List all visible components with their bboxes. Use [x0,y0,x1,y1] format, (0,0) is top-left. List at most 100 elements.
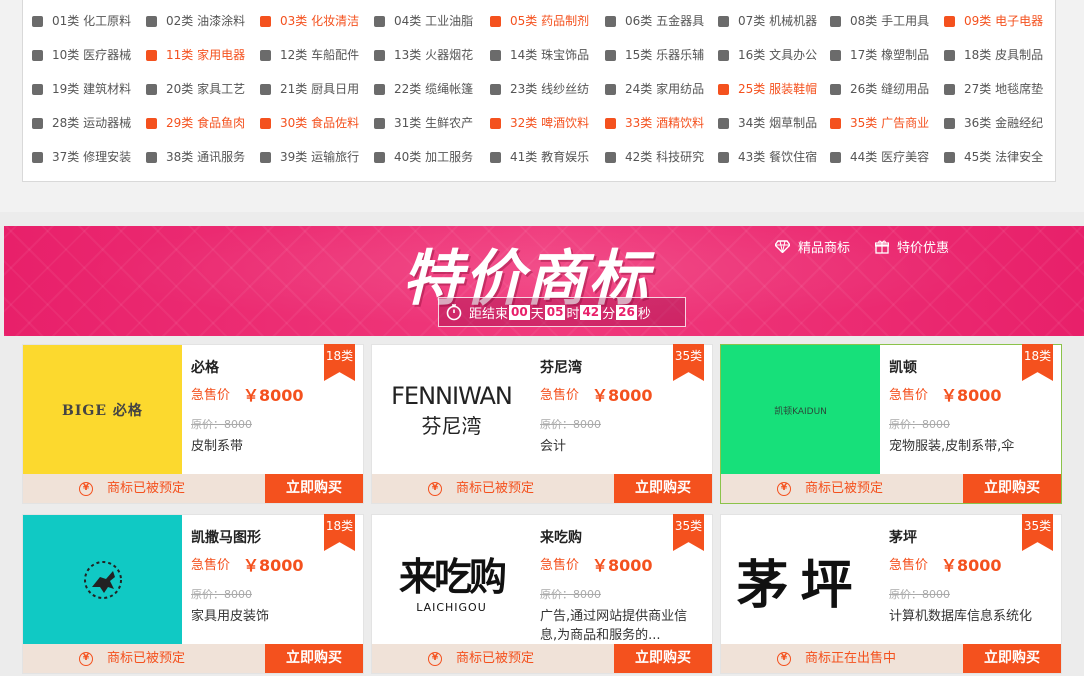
category-item[interactable]: 21类 厨具日用 [259,79,359,99]
category-item[interactable]: 08类 手工用具 [829,11,929,31]
buy-now-button[interactable]: 立即购买 [265,644,363,673]
buy-now-button[interactable]: 立即购买 [963,644,1061,673]
graduation-cap-icon [489,151,502,164]
category-item[interactable]: 38类 通讯服务 [145,147,245,167]
category-item[interactable]: 09类 电子电器 [943,11,1043,31]
trademark-card[interactable]: FENNIWAN 芬尼湾 芬尼湾 急售价 ￥8000 原价：8000 会计 35类… [371,344,713,504]
category-item[interactable]: 14类 珠宝饰品 [489,45,589,65]
research-icon [604,151,617,164]
category-item[interactable]: 41类 教育娱乐 [489,147,589,167]
tent-icon [373,83,386,96]
category-item[interactable]: 36类 金融经纪 [943,113,1043,133]
trademark-name[interactable]: 凯顿 [889,357,917,377]
category-item[interactable]: 23类 线纱丝纺 [489,79,589,99]
category-item[interactable]: 30类 食品佐料 [259,113,359,133]
category-item[interactable]: 10类 医疗器械 [31,45,131,65]
category-label: 01类 化工原料 [52,14,132,28]
trademark-image[interactable]: BIGE 必格 [23,345,182,475]
category-item[interactable]: 35类 广告商业 [829,113,929,133]
trademark-card[interactable]: BIGE 必格 必格 急售价 ￥8000 原价：8000 皮制系带 18类 ¥ … [22,344,364,504]
category-label: 22类 缆绳帐篷 [394,82,474,96]
category-item[interactable]: 11类 家用电器 [145,45,245,65]
category-item[interactable]: 05类 药品制剂 [489,11,589,31]
category-item[interactable]: 27类 地毯席垫 [943,79,1043,99]
gavel-icon [943,151,956,164]
category-label: 43类 餐饮住宿 [738,150,818,164]
category-item[interactable]: 24类 家用纺品 [604,79,704,99]
category-label: 30类 食品佐料 [280,116,360,130]
category-item[interactable]: 31类 生鲜农产 [373,113,473,133]
category-item[interactable]: 19类 建筑材料 [31,79,131,99]
category-item[interactable]: 33类 酒精饮料 [604,113,704,133]
category-item[interactable]: 07类 机械机器 [717,11,817,31]
countdown-days: 00 [509,304,530,320]
category-item[interactable]: 34类 烟草制品 [717,113,817,133]
wine-icon [604,117,617,130]
category-item[interactable]: 39类 运输旅行 [259,147,359,167]
category-item[interactable]: 25类 服装鞋帽 [717,79,817,99]
category-label: 39类 运输旅行 [280,150,360,164]
car-icon [259,49,272,62]
category-item[interactable]: 22类 缆绳帐篷 [373,79,473,99]
category-item[interactable]: 26类 缝纫用品 [829,79,929,99]
category-item[interactable]: 40类 加工服务 [373,147,473,167]
category-item[interactable]: 44类 医疗美容 [829,147,929,167]
countdown-days-unit: 天 [530,306,544,322]
category-item[interactable]: 43类 餐饮住宿 [717,147,817,167]
sewing-icon [829,83,842,96]
trademark-scope: 计算机数据库信息系统化 [889,609,1033,624]
category-item[interactable]: 01类 化工原料 [31,11,131,31]
sale-price: ￥8000 [941,556,1002,575]
finance-icon [943,117,956,130]
category-item[interactable]: 17类 橡塑制品 [829,45,929,65]
special-price-link[interactable]: 特价优惠 [875,237,949,256]
brand-logo-image: 凯顿KAIDUN [774,406,827,417]
category-item[interactable]: 06类 五金器具 [604,11,704,31]
beer-icon [489,117,502,130]
trademark-card[interactable]: 凯撒马图形 急售价 ￥8000 原价：8000 家具用皮装饰 18类 ¥ 商标已… [22,514,364,674]
trademark-name[interactable]: 必格 [191,357,219,377]
category-label: 33类 酒精饮料 [625,116,705,130]
category-item[interactable]: 29类 食品鱼肉 [145,113,245,133]
category-label: 10类 医疗器械 [52,48,132,62]
trademark-card[interactable]: 凯顿KAIDUN 凯顿 急售价 ￥8000 原价：8000 宠物服装,皮制系带,… [720,344,1062,504]
category-item[interactable]: 32类 啤酒饮料 [489,113,589,133]
reservation-status-text: 商标正在出售中 [805,651,897,666]
trademark-image[interactable]: 茅坪 [721,515,880,645]
category-item[interactable]: 28类 运动器械 [31,113,131,133]
category-item[interactable]: 02类 油漆涂料 [145,11,245,31]
category-label: 21类 厨具日用 [280,82,360,96]
category-item[interactable]: 45类 法律安全 [943,147,1043,167]
premium-trademark-link[interactable]: 精品商标 [775,237,850,256]
buy-now-button[interactable]: 立即购买 [963,474,1061,503]
trademark-image[interactable]: FENNIWAN 芬尼湾 [372,345,531,475]
category-item[interactable]: 20类 家具工艺 [145,79,245,99]
category-item[interactable]: 03类 化妆清洁 [259,11,359,31]
trademark-image[interactable]: 来吃购 LAICHIGOU [372,515,531,645]
category-label: 20类 家具工艺 [166,82,246,96]
trademark-name[interactable]: 茅坪 [889,527,917,547]
trademark-name[interactable]: 凯撒马图形 [191,527,261,547]
buy-now-button[interactable]: 立即购买 [614,644,712,673]
gift-icon [875,240,889,254]
trademark-scope: 皮制系带 [191,439,244,454]
trademark-name[interactable]: 来吃购 [540,527,582,547]
category-item[interactable]: 13类 火器烟花 [373,45,473,65]
category-item[interactable]: 04类 工业油脂 [373,11,473,31]
trademark-card[interactable]: 茅坪 茅坪 急售价 ￥8000 原价：8000 计算机数据库信息系统化 35类 … [720,514,1062,674]
category-item[interactable]: 16类 文具办公 [717,45,817,65]
category-item[interactable]: 15类 乐器乐辅 [604,45,704,65]
trademark-image[interactable]: 凯顿KAIDUN [721,345,880,475]
category-item[interactable]: 37类 修理安装 [31,147,131,167]
category-item[interactable]: 42类 科技研究 [604,147,704,167]
category-item[interactable]: 12类 车船配件 [259,45,359,65]
category-item[interactable]: 18类 皮具制品 [943,45,1043,65]
food-icon [145,117,158,130]
trademark-name[interactable]: 芬尼湾 [540,357,582,377]
trademark-card[interactable]: 来吃购 LAICHIGOU 来吃购 急售价 ￥8000 原价：8000 广告,通过… [371,514,713,674]
buy-now-button[interactable]: 立即购买 [265,474,363,503]
category-label: 41类 教育娱乐 [510,150,590,164]
factory-icon [373,151,386,164]
trademark-image[interactable] [23,515,182,645]
buy-now-button[interactable]: 立即购买 [614,474,712,503]
